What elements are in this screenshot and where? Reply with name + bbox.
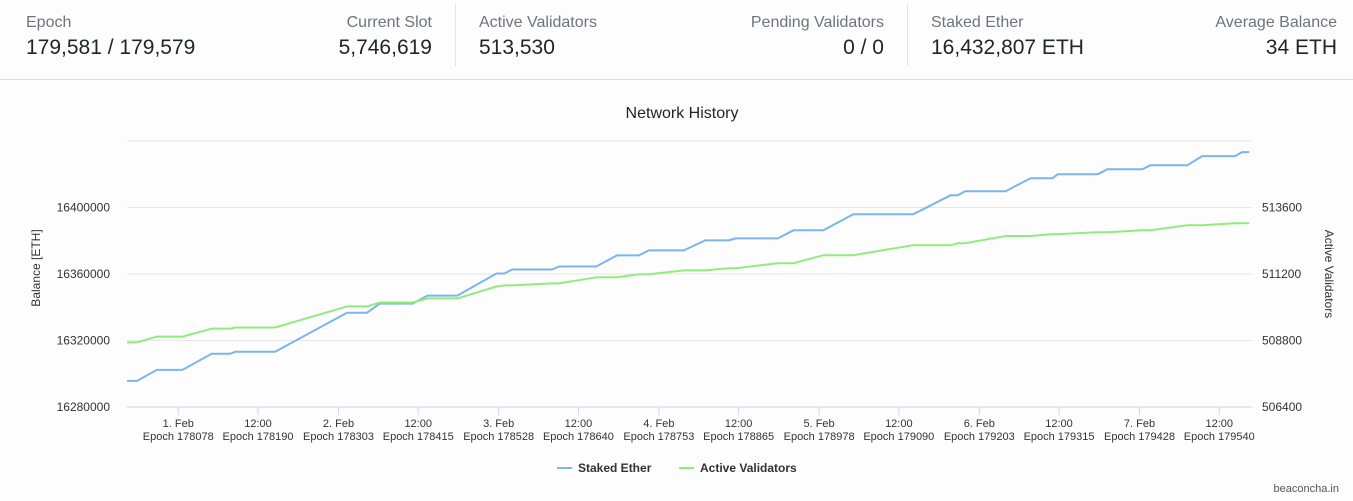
x-tick-sublabel: Epoch 178978 (784, 431, 855, 443)
x-tick-label: 2. Feb (323, 418, 354, 430)
x-tick-sublabel: Epoch 178753 (623, 431, 694, 443)
x-tick-sublabel: Epoch 178078 (143, 431, 214, 443)
network-history-chart: Network History 1. FebEpoch 17807812:00E… (29, 105, 1336, 475)
x-tick-label: 4. Feb (643, 418, 674, 430)
x-tick-sublabel: Epoch 178303 (303, 431, 374, 443)
x-tick-sublabel: Epoch 179428 (1104, 431, 1175, 443)
y-tick-label: 16280000 (57, 400, 111, 414)
credit-link[interactable]: beaconcha.in (1274, 483, 1339, 495)
x-tick-label: 12:00 (404, 418, 432, 430)
stat-pending-validators: Pending Validators 0 / 0 (751, 12, 884, 61)
stat-staked-ether: Staked Ether 16,432,807 ETH (931, 12, 1084, 61)
x-tick-sublabel: Epoch 179090 (863, 431, 934, 443)
x-tick-label: 12:00 (565, 418, 593, 430)
y-tick-label: 16360000 (57, 267, 111, 281)
x-tick-sublabel: Epoch 178640 (543, 431, 614, 443)
stat-pending-validators-label: Pending Validators (750, 14, 884, 31)
x-tick-sublabel: Epoch 179203 (944, 431, 1015, 443)
legend-item-active-validators[interactable]: Active Validators (700, 461, 797, 475)
y2-axis-title: Active Validators (1322, 230, 1336, 318)
x-tick-sublabel: Epoch 178865 (703, 431, 774, 443)
stat-pending-validators-value: 0 / 0 (843, 36, 884, 59)
stat-current-slot: Current Slot 5,746,619 (339, 12, 432, 61)
stat-average-balance-label: Average Balance (1215, 14, 1337, 31)
stats-bar: Epoch 179,581 / 179,579 Current Slot 5,7… (0, 0, 1353, 80)
series-line-active-validators[interactable] (127, 222, 1250, 344)
x-tick-sublabel: Epoch 178528 (463, 431, 534, 443)
stat-average-balance-value: 34 ETH (1265, 36, 1337, 59)
y-axis-title: Balance [ETH] (29, 229, 43, 306)
chart-title: Network History (626, 105, 739, 122)
y2-tick-label: 513600 (1262, 201, 1302, 215)
y-tick-label: 16400000 (57, 201, 111, 215)
x-tick-label: 12:00 (244, 418, 272, 430)
x-tick-label: 12:00 (1045, 418, 1073, 430)
x-tick-label: 1. Feb (163, 418, 194, 430)
series-line-staked-ether[interactable] (127, 151, 1250, 382)
x-tick-label: 12:00 (725, 418, 753, 430)
stat-epoch-label: Epoch (26, 14, 72, 31)
divider (455, 4, 456, 66)
x-tick-sublabel: Epoch 179540 (1184, 431, 1255, 443)
x-tick-label: 12:00 (885, 418, 913, 430)
stat-active-validators: Active Validators 513,530 (479, 12, 597, 61)
stat-epoch: Epoch 179,581 / 179,579 (26, 12, 195, 61)
x-tick-label: 12:00 (1205, 418, 1233, 430)
x-tick-sublabel: Epoch 178415 (383, 431, 454, 443)
y2-tick-label: 508800 (1262, 334, 1302, 348)
x-tick-label: 6. Feb (964, 418, 995, 430)
y-tick-label: 16320000 (57, 334, 111, 348)
legend-item-staked-ether[interactable]: Staked Ether (578, 461, 652, 475)
stat-active-validators-label: Active Validators (479, 14, 597, 31)
y2-tick-label: 511200 (1262, 267, 1301, 281)
x-tick-sublabel: Epoch 178190 (223, 431, 294, 443)
x-tick-label: 3. Feb (483, 418, 514, 430)
stat-staked-ether-value: 16,432,807 ETH (931, 36, 1084, 59)
stat-current-slot-label: Current Slot (346, 14, 432, 31)
divider (907, 4, 908, 66)
stat-staked-ether-label: Staked Ether (931, 14, 1024, 31)
x-tick-label: 5. Feb (803, 418, 834, 430)
y2-tick-label: 506400 (1262, 400, 1302, 414)
stat-average-balance: Average Balance 34 ETH (1215, 12, 1337, 61)
stat-current-slot-value: 5,746,619 (338, 36, 432, 59)
stat-active-validators-value: 513,530 (479, 36, 555, 59)
x-tick-label: 7. Feb (1124, 418, 1155, 430)
x-tick-sublabel: Epoch 179315 (1024, 431, 1095, 443)
stat-epoch-value: 179,581 / 179,579 (26, 36, 196, 59)
